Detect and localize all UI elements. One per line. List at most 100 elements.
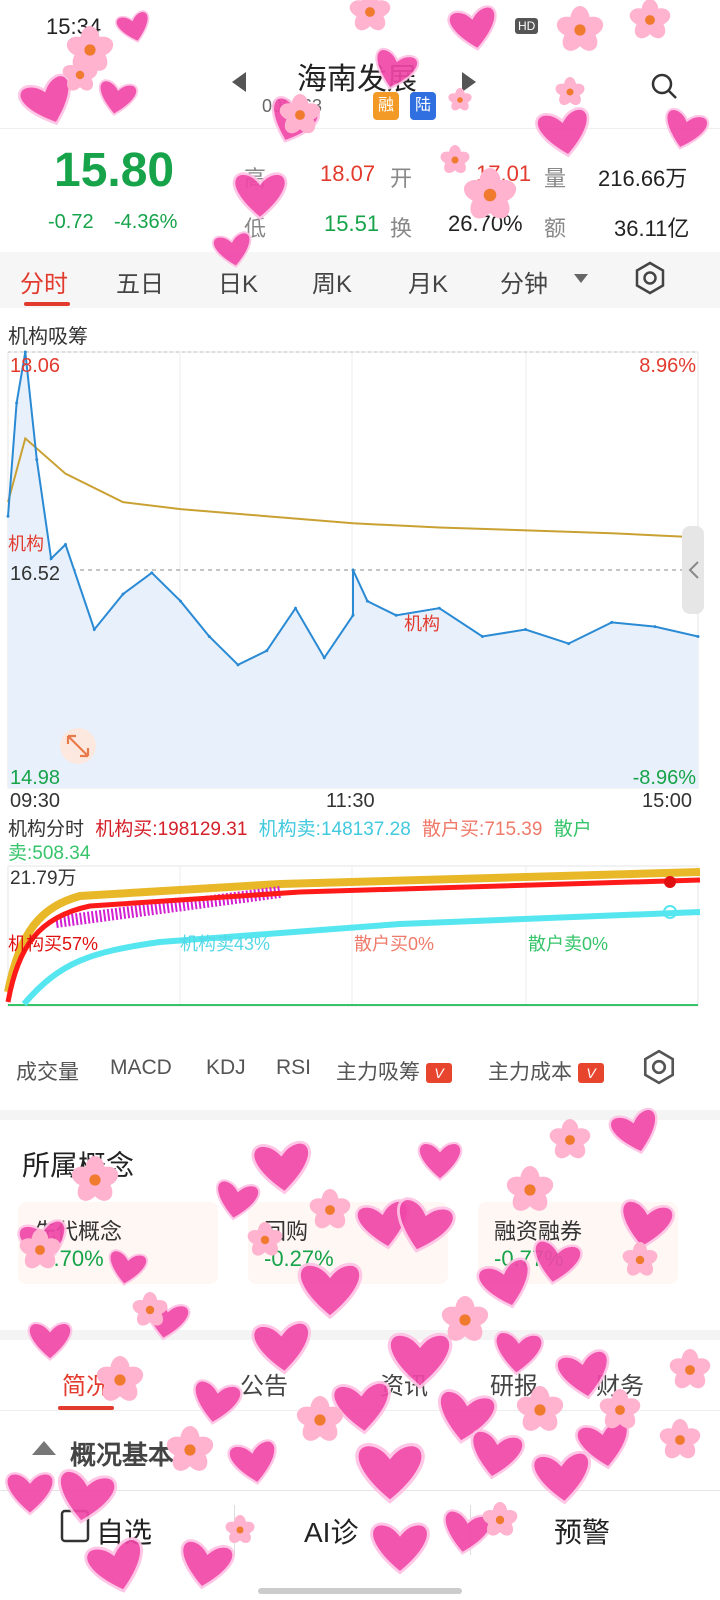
concepts-section: 所属概念 先代概念 -0.70% 回购 -0.27% 融资融券 -0.77% (0, 1110, 720, 1330)
inst-sell-pct: 机构卖43% (180, 934, 270, 954)
vip-icon: V (426, 1063, 452, 1084)
tab-finance[interactable]: 财务 (596, 1366, 644, 1401)
indicator-label: 主力成本 (488, 1061, 572, 1084)
institution-legend: 机构分时 机构买:198129.31 机构卖:148137.28 散户买:715… (8, 818, 638, 866)
price-point (23, 350, 27, 354)
indicator-volume[interactable]: 成交量 (16, 1056, 79, 1086)
amount-value: 36.11亿 (614, 216, 690, 241)
legend-retail-buy: 散户买:715.39 (422, 819, 543, 840)
overview-section[interactable]: 概况基本 (0, 1410, 720, 1490)
price-point (365, 599, 369, 603)
divider (470, 1505, 471, 1555)
price-point (394, 613, 398, 617)
institution-marker: 机构 (404, 614, 440, 634)
price-point (179, 599, 182, 603)
concepts-title: 所属概念 (22, 1150, 135, 1181)
open-label: 开 (390, 166, 413, 191)
info-tabs: 简况 公告 资讯 研报 财务 (0, 1330, 720, 1410)
legend-inst-buy: 机构买:198129.31 (95, 819, 248, 840)
chevron-down-icon[interactable] (574, 274, 588, 283)
price-point (150, 571, 154, 575)
price-point (437, 606, 441, 610)
search-icon[interactable] (650, 72, 678, 100)
tab-weekly-k[interactable]: 周K (312, 264, 352, 299)
price-point (567, 642, 571, 646)
ai-diagnosis-button[interactable]: AI诊 (304, 1511, 358, 1551)
price-point (351, 613, 355, 617)
indicator-settings-icon[interactable] (640, 1048, 678, 1086)
overview-title: 概况基本 (70, 1440, 175, 1470)
settings-icon[interactable] (632, 260, 668, 296)
indicator-kdj[interactable]: KDJ (206, 1056, 246, 1080)
home-indicator[interactable] (258, 1588, 462, 1594)
indicator-rsi[interactable]: RSI (276, 1056, 311, 1080)
price-point (696, 635, 700, 639)
buy-marker (664, 876, 676, 888)
price-point (207, 635, 211, 639)
retail-buy-pct: 散户买0% (354, 934, 434, 954)
low-label: 低 (244, 216, 267, 241)
chart-title: 机构吸筹 (8, 326, 88, 348)
tab-monthly-k[interactable]: 月K (408, 264, 448, 299)
institution-flow-chart[interactable]: 21.79万 机构买57% 机构卖43% 散户买0% 散户卖0% (0, 862, 720, 1012)
high-label: 高 (244, 166, 267, 191)
price-point (294, 606, 297, 610)
price-change: -0.72 (48, 211, 94, 233)
side-panel-handle[interactable] (682, 526, 704, 614)
bottom-price-label: 14.98 (10, 767, 60, 789)
concept-name: 融资融券 (494, 1219, 583, 1244)
concept-change: -0.77% (494, 1246, 564, 1271)
price-point (35, 458, 39, 462)
price-point (480, 635, 484, 639)
tab-summary[interactable]: 简况 (62, 1366, 110, 1401)
amount-label: 额 (544, 216, 567, 241)
prev-stock-icon[interactable] (232, 72, 246, 92)
stock-code: 002163 (262, 96, 323, 116)
concept-card[interactable]: 融资融券 -0.77% (478, 1202, 678, 1284)
price-point (121, 592, 125, 596)
time-start-label: 09:30 (10, 790, 61, 812)
collapse-icon (32, 1441, 56, 1455)
concept-name: 回购 (264, 1219, 309, 1244)
indicator-main-cost[interactable]: 主力成本 V (488, 1056, 604, 1086)
indicator-macd[interactable]: MACD (110, 1056, 172, 1080)
high-value: 18.07 (320, 161, 376, 186)
institution-marker: 机构 (8, 534, 44, 554)
concept-name: 先代概念 (34, 1219, 123, 1244)
legend-inst-sell: 机构卖:148137.28 (258, 819, 411, 840)
prev-close-label: 16.52 (10, 563, 60, 585)
connect-tag: 陆 (410, 92, 436, 120)
time-mid-label: 11:30 (326, 790, 375, 812)
price-change-pct: -4.36% (114, 211, 178, 233)
tab-intraday[interactable]: 分时 (20, 264, 68, 299)
expand-icon[interactable] (60, 728, 96, 764)
tab-five-day[interactable]: 五日 (116, 264, 164, 299)
watchlist-button[interactable]: 自选 (96, 1511, 152, 1551)
bottom-action-bar: 自选 AI诊 预警 (0, 1490, 720, 1600)
alert-button[interactable]: 预警 (554, 1511, 610, 1551)
institution-sell-line (21, 909, 701, 1006)
concept-card[interactable]: 先代概念 -0.70% (18, 1202, 218, 1284)
quote-panel: 15.80 -0.72 -4.36% 高 18.07 开 17.01 量 216… (0, 128, 720, 252)
price-point (64, 543, 67, 547)
low-value: 15.51 (324, 211, 380, 236)
chart-tabs: 分时 五日 日K 周K 月K 分钟 (0, 252, 720, 308)
current-price: 15.80 (54, 144, 175, 197)
tab-daily-k[interactable]: 日K (218, 264, 258, 299)
intraday-chart[interactable]: 18.06 8.96% 16.52 14.98 -8.96% 机构 机构 (0, 348, 720, 798)
concept-card[interactable]: 回购 -0.27% (248, 1202, 448, 1284)
price-point (524, 627, 527, 631)
tab-minute[interactable]: 分钟 (500, 264, 548, 299)
top-pct-label: 8.96% (639, 355, 696, 377)
tab-announcements[interactable]: 公告 (240, 1366, 288, 1401)
tab-research[interactable]: 研报 (490, 1366, 538, 1401)
inst-buy-pct: 机构买57% (8, 934, 98, 954)
retail-sell-pct: 散户卖0% (528, 934, 608, 954)
tab-news[interactable]: 资讯 (380, 1366, 428, 1401)
open-value: 17.01 (476, 161, 532, 186)
next-stock-icon[interactable] (462, 72, 476, 92)
stock-header: 海南发展 002163 融 陆 (0, 50, 720, 128)
inst-max-label: 21.79万 (10, 868, 77, 889)
indicator-main-accumulation[interactable]: 主力吸筹 V (336, 1056, 452, 1086)
concept-change: -0.70% (34, 1246, 104, 1271)
